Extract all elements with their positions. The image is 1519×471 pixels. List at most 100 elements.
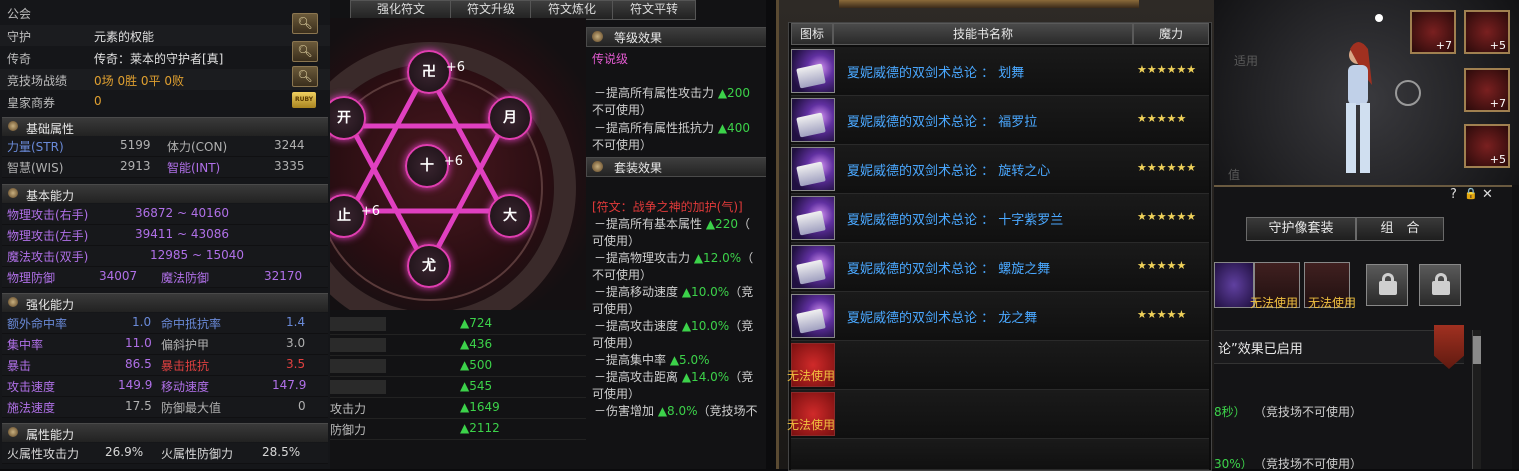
skill-book-popup[interactable]: 图标 技能书名称 魔力 夏妮威德的双剑术总论 ： 划舞 ★★★★★★ 夏妮威德的… <box>776 0 1220 471</box>
rune-glyph: 大 <box>503 208 517 224</box>
skill-book-row[interactable]: 夏妮威德的双剑术总论 ： 十字紫罗兰 ★★★★★★ <box>791 194 1209 243</box>
rune-glyph: 十 <box>420 158 434 174</box>
arena-restriction-text: （竞技场不可使用） <box>1254 457 1363 469</box>
tab-combination[interactable]: 组 合 <box>1356 217 1444 241</box>
skill-book-row[interactable]: 夏妮威德的双剑术总论 ： 龙之舞 ★★★★★ <box>791 292 1209 341</box>
set-effect-line: 可使用） <box>592 302 641 316</box>
section-orb-icon <box>8 297 18 307</box>
rune-gem[interactable]: 尤 <box>407 244 451 288</box>
skill-book-row[interactable]: 夏妮威德的双剑术总论 ： 福罗拉 ★★★★★ <box>791 96 1209 145</box>
skill-book-row[interactable]: 夏妮威德的双剑术总论 ： 旋转之心 ★★★★★★ <box>791 145 1209 194</box>
help-button[interactable]: ? <box>1450 187 1457 202</box>
skill-book-icon[interactable] <box>791 147 835 191</box>
locked-slot-icon[interactable] <box>1366 264 1408 306</box>
enhance-value: 147.9 <box>272 378 307 392</box>
rune-glyph: 开 <box>337 110 351 126</box>
coupon-coin-icon: RUBY <box>292 92 316 108</box>
guardian-label: 守护 <box>7 30 32 44</box>
enhance-value: 1.0 <box>132 315 152 329</box>
arena-magnifier-icon[interactable]: 🔍︎ <box>292 66 318 87</box>
level-effect-line: 不可使用） <box>592 138 653 152</box>
level-effect-line: 不可使用） <box>592 103 653 117</box>
tab-rune-refine[interactable]: 符文炼化 <box>530 0 614 20</box>
ability-value: 12985 ~ 15040 <box>150 248 245 262</box>
enhance-value: 3.5 <box>286 357 306 371</box>
enhance-value: 149.9 <box>118 378 153 392</box>
tab-guardian-set[interactable]: 守护像套装 <box>1246 217 1356 241</box>
enhance-value: 3.0 <box>286 336 306 350</box>
set-effect-line: －提高集中率 ▲5.0% <box>594 353 710 367</box>
equipment-slot[interactable]: +7 <box>1464 68 1510 112</box>
rune-glyph: 尤 <box>422 258 436 274</box>
character-stats-panel: 公会 守护 元素的权能 🔍︎ 传奇 传奇：莱本的守护者[真] 🔍︎ 竞技场战绩 … <box>0 0 331 469</box>
scrollbar[interactable] <box>1472 330 1481 469</box>
header-name: 技能书名称 <box>833 23 1133 45</box>
attribute-row: 火属性攻击力 26.9% 火属性防御力 28.5% <box>2 443 328 464</box>
attr-label: 力量(STR) <box>7 140 64 154</box>
rune-gem[interactable]: 止 +6 <box>330 194 380 238</box>
rune-glyph: 止 <box>337 208 351 224</box>
section-orb-icon <box>592 31 603 42</box>
unusable-label: 无法使用 <box>1250 296 1299 310</box>
close-button[interactable]: ✕ <box>1482 187 1493 202</box>
level-effect-header: 等级效果 <box>586 27 766 47</box>
skill-book-icon[interactable] <box>791 49 835 93</box>
rune-plus: +6 <box>445 60 465 75</box>
skill-book-stars: ★★★★★ <box>1137 308 1187 321</box>
radio-icon[interactable] <box>1375 14 1383 22</box>
skill-book-icon[interactable] <box>791 245 835 289</box>
attr-value: 3244 <box>274 138 305 152</box>
legend-label: 传奇 <box>7 52 32 66</box>
rune-gem[interactable]: 卍 +6 <box>407 50 465 94</box>
lock-icon[interactable]: 🔒 <box>1464 187 1478 200</box>
skill-book-row-empty[interactable]: 无法使用 <box>787 341 1209 390</box>
skill-book-name: 夏妮威德的双剑术总论 ： 旋转之心 <box>847 164 1051 179</box>
rotate-icon[interactable] <box>1395 80 1421 106</box>
attr-value: 5199 <box>120 138 151 152</box>
rune-gem[interactable]: 月 <box>488 96 532 140</box>
attr-value: 2913 <box>120 159 151 173</box>
rune-gem[interactable]: 大 <box>488 194 532 238</box>
skill-book-icon[interactable] <box>791 196 835 240</box>
enhance-value: 17.5 <box>125 399 152 413</box>
set-effect-line: －提高攻击距离 ▲14.0%（竞 <box>594 370 754 384</box>
attribute-label: 火属性攻击力 <box>7 447 80 461</box>
set-effect-line: 可使用） <box>592 336 641 350</box>
attribute-ability-header: 属性能力 <box>2 423 328 442</box>
tab-enhance-rune[interactable]: 强化符文 <box>350 0 452 20</box>
guardian-magnifier-icon[interactable]: 🔍︎ <box>292 13 318 34</box>
duration-text: 8秒） <box>1214 405 1246 419</box>
enhance-row: 集中率 11.0 偏斜护甲 3.0 <box>2 334 328 355</box>
section-orb-icon <box>592 161 603 172</box>
skill-book-icon[interactable] <box>791 98 835 142</box>
effect-bar: 论”效果已启用 <box>1214 330 1464 364</box>
rune-gem[interactable]: 十 +6 <box>405 144 463 188</box>
legend-magnifier-icon[interactable]: 🔍︎ <box>292 41 318 62</box>
rune-panel: 强化符文 符文升级 符文炼化 符文平转 卍 +6 开 月 十 +6 止 +6 大 尤 … <box>330 0 766 469</box>
stat-bar <box>330 317 386 331</box>
equipment-slot[interactable]: +7 <box>1410 10 1456 54</box>
enhance-label: 防御最大值 <box>161 401 222 415</box>
ghost-text: 适用 <box>1234 54 1259 68</box>
guardian-slot[interactable] <box>1214 262 1254 308</box>
skill-book-stars: ★★★★★★ <box>1137 210 1197 223</box>
enhance-value: 86.5 <box>125 357 152 371</box>
tab-rune-transfer[interactable]: 符文平转 <box>612 0 696 20</box>
level-effect-title: 等级效果 <box>614 31 663 45</box>
skill-book-row-empty[interactable]: 无法使用 <box>787 390 1209 439</box>
enhance-label: 集中率 <box>7 338 44 352</box>
set-effect-line: －提高移动速度 ▲10.0%（竞 <box>594 285 754 299</box>
level-effect-line: －提高所有属性攻击力 ▲200 <box>594 86 750 100</box>
tab-rune-upgrade[interactable]: 符文升级 <box>450 0 532 20</box>
basic-ability-title: 基本能力 <box>26 189 75 203</box>
locked-slot-icon[interactable] <box>1419 264 1461 306</box>
skill-book-name: 夏妮威德的双剑术总论 ： 划舞 <box>847 66 1025 81</box>
equipment-slot[interactable]: +5 <box>1464 10 1510 54</box>
equipment-panel: +7 +5 +7 +5 适用 值 ? 🔒 ✕ 守护像套装 组 合 无法使用 无法… <box>1214 0 1519 469</box>
skill-book-icon[interactable] <box>791 294 835 338</box>
skill-book-row[interactable]: 夏妮威德的双剑术总论 ： 螺旋之舞 ★★★★★ <box>791 243 1209 292</box>
skill-book-row[interactable]: 夏妮威德的双剑术总论 ： 划舞 ★★★★★★ <box>791 47 1209 96</box>
equipment-slot[interactable]: +5 <box>1464 124 1510 168</box>
arena-row: 竞技场战绩 0场 0胜 0平 0败 <box>0 69 330 90</box>
defense-row: 物理防御 34007 魔法防御 32170 <box>2 267 328 288</box>
